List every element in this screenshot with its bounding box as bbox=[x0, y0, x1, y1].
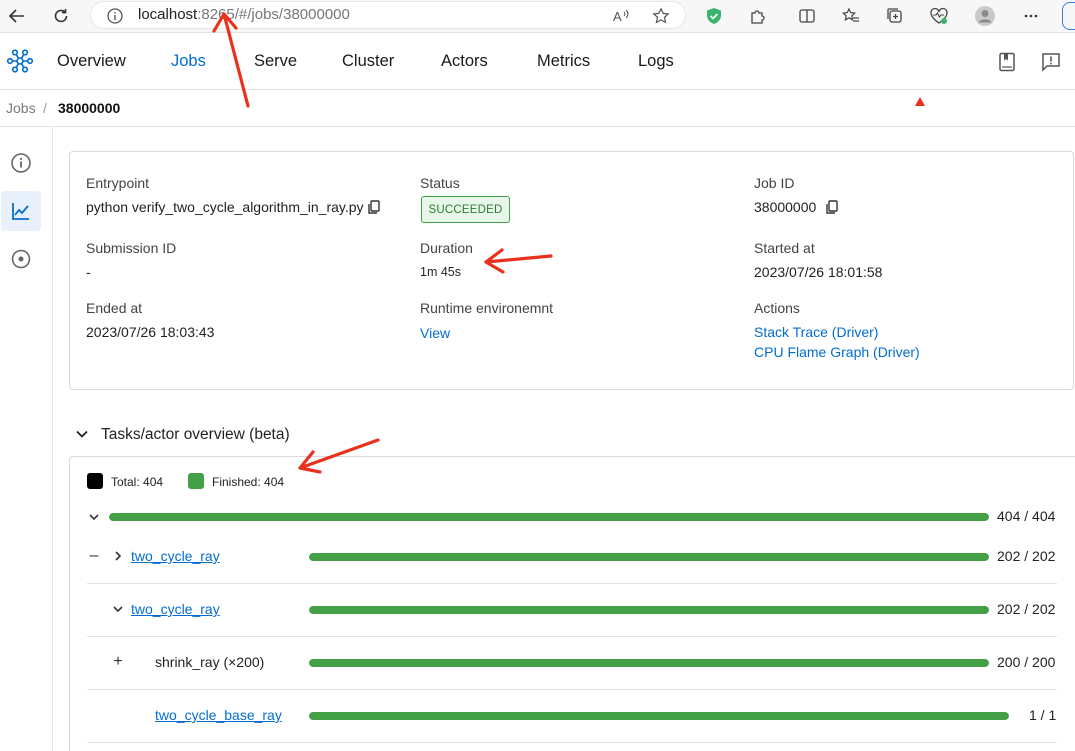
browser-health-icon[interactable] bbox=[927, 4, 951, 28]
expand-plus-icon[interactable]: + bbox=[110, 653, 126, 670]
ended-at-label: Ended at bbox=[86, 300, 143, 316]
progress-bar bbox=[309, 606, 989, 614]
svg-text:A: A bbox=[613, 9, 622, 24]
legend-finished-label: Finished: 404 bbox=[212, 475, 285, 489]
copy-job-id-icon[interactable] bbox=[825, 200, 839, 214]
chevron-down-icon[interactable] bbox=[86, 509, 102, 525]
app-header: Overview Jobs Serve Cluster Actors Metri… bbox=[0, 33, 1075, 90]
tab-cluster[interactable]: Cluster bbox=[342, 52, 394, 71]
duration-label: Duration bbox=[420, 240, 473, 256]
tasks-overview-card: Total: 404 Finished: 404 404 / 404 – two… bbox=[69, 456, 1075, 751]
favorite-star-icon[interactable] bbox=[649, 4, 673, 28]
favorites-icon[interactable] bbox=[839, 4, 863, 28]
info-icon[interactable] bbox=[1, 143, 41, 183]
reload-icon[interactable] bbox=[49, 4, 73, 28]
row-divider bbox=[87, 636, 1057, 637]
status-label: Status bbox=[420, 175, 460, 191]
section-title: Tasks/actor overview (beta) bbox=[101, 426, 290, 443]
runtime-env-label: Runtime environemnt bbox=[420, 300, 554, 316]
entrypoint-value: python verify_two_cycle_algorithm_in_ray… bbox=[86, 199, 364, 215]
submission-id-label: Submission ID bbox=[86, 240, 177, 256]
tab-serve[interactable]: Serve bbox=[254, 52, 297, 71]
more-icon[interactable] bbox=[1019, 4, 1043, 28]
progress-fill bbox=[109, 513, 989, 521]
tab-actors[interactable]: Actors bbox=[441, 52, 488, 71]
job-id-value: 38000000 bbox=[754, 199, 817, 215]
copy-entrypoint-icon[interactable] bbox=[367, 200, 381, 214]
breadcrumb-current: 38000000 bbox=[58, 100, 121, 116]
row-divider bbox=[87, 583, 1057, 584]
legend-total-swatch bbox=[87, 473, 103, 489]
chart-line-icon[interactable] bbox=[1, 191, 41, 231]
url-text[interactable]: localhost:8265/#/jobs/38000000 bbox=[138, 6, 350, 23]
progress-bar bbox=[309, 659, 989, 667]
progress-fill bbox=[309, 659, 989, 667]
cpu-flame-graph-link[interactable]: CPU Flame Graph (Driver) bbox=[754, 344, 920, 360]
job-id-label: Job ID bbox=[754, 175, 795, 191]
row-divider bbox=[87, 742, 1057, 743]
back-arrow-icon[interactable] bbox=[5, 4, 29, 28]
copilot-icon[interactable] bbox=[1062, 2, 1075, 30]
count: 202 / 202 bbox=[997, 548, 1056, 564]
chevron-right-icon[interactable] bbox=[110, 548, 126, 564]
collapse-minus-icon[interactable]: – bbox=[86, 547, 102, 564]
site-info-icon[interactable] bbox=[103, 4, 127, 28]
count: 202 / 202 bbox=[997, 601, 1056, 617]
breadcrumb-separator: / bbox=[43, 100, 47, 116]
entrypoint-label: Entrypoint bbox=[86, 175, 150, 191]
tab-metrics[interactable]: Metrics bbox=[537, 52, 590, 71]
legend-total-label: Total: 404 bbox=[111, 475, 164, 489]
submission-id-value: - bbox=[86, 264, 91, 280]
task-name: shrink_ray (×200) bbox=[155, 654, 265, 670]
browser-toolbar: localhost:8265/#/jobs/38000000 A bbox=[0, 0, 1075, 33]
read-aloud-icon[interactable]: A bbox=[609, 4, 633, 28]
side-rail bbox=[0, 127, 53, 751]
legend-finished-swatch bbox=[188, 473, 204, 489]
actions-label: Actions bbox=[754, 300, 800, 316]
status-badge: SUCCEEDED bbox=[421, 196, 510, 223]
started-at-value: 2023/07/26 18:01:58 bbox=[754, 264, 883, 280]
profile-icon[interactable] bbox=[973, 4, 997, 28]
collections-icon[interactable] bbox=[883, 4, 907, 28]
duration-value: 1m 45s bbox=[420, 265, 461, 279]
row-divider bbox=[87, 689, 1057, 690]
url-host: localhost bbox=[138, 6, 198, 23]
progress-fill bbox=[309, 553, 989, 561]
started-at-label: Started at bbox=[754, 240, 815, 256]
ray-logo-icon[interactable] bbox=[6, 47, 34, 75]
shield-icon[interactable] bbox=[702, 4, 726, 28]
count: 200 / 200 bbox=[997, 654, 1056, 670]
feedback-icon[interactable] bbox=[1039, 50, 1063, 74]
extensions-icon[interactable] bbox=[746, 4, 770, 28]
progress-fill bbox=[309, 712, 1009, 720]
job-info-card: Entrypoint python verify_two_cycle_algor… bbox=[69, 151, 1074, 390]
breadcrumb-jobs-link[interactable]: Jobs bbox=[6, 100, 36, 116]
task-link[interactable]: two_cycle_ray bbox=[131, 601, 220, 617]
count: 1 / 1 bbox=[1029, 707, 1057, 723]
progress-bar-total bbox=[109, 513, 989, 521]
tab-overview[interactable]: Overview bbox=[57, 52, 126, 71]
progress-bar bbox=[309, 712, 1009, 720]
tab-jobs[interactable]: Jobs bbox=[171, 52, 206, 71]
chevron-down-icon[interactable] bbox=[110, 601, 126, 617]
split-screen-icon[interactable] bbox=[795, 4, 819, 28]
target-icon[interactable] bbox=[1, 239, 41, 279]
count-total: 404 / 404 bbox=[997, 508, 1056, 524]
url-path: :8265/#/jobs/38000000 bbox=[197, 6, 350, 23]
task-link[interactable]: two_cycle_base_ray bbox=[155, 707, 282, 723]
docs-book-icon[interactable] bbox=[995, 50, 1019, 74]
runtime-env-view-link[interactable]: View bbox=[420, 325, 450, 341]
tab-logs[interactable]: Logs bbox=[638, 52, 674, 71]
progress-fill bbox=[309, 606, 989, 614]
breadcrumb: Jobs / 38000000 bbox=[0, 90, 1075, 127]
chevron-down-icon[interactable] bbox=[73, 425, 91, 443]
task-link[interactable]: two_cycle_ray bbox=[131, 548, 220, 564]
ended-at-value: 2023/07/26 18:03:43 bbox=[86, 324, 215, 340]
stack-trace-link[interactable]: Stack Trace (Driver) bbox=[754, 324, 878, 340]
progress-bar bbox=[309, 553, 989, 561]
